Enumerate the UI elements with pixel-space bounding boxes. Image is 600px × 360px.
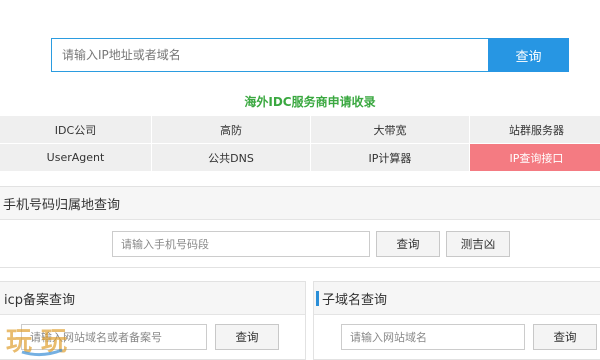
nav-item-bandwidth[interactable]: 大带宽: [311, 116, 469, 143]
mobile-query-button[interactable]: 查询: [376, 231, 440, 257]
icp-lookup-form: 查询: [21, 324, 279, 350]
nav-item-ddos-protection[interactable]: 高防: [152, 116, 310, 143]
subdomain-lookup-title: 子域名查询: [314, 282, 600, 315]
mobile-lookup-section: 手机号码归属地查询 查询 测吉凶: [0, 186, 600, 268]
subdomain-title-text: 子域名查询: [322, 292, 388, 308]
nav-item-useragent[interactable]: UserAgent: [0, 144, 151, 171]
mobile-lookup-form: 查询 测吉凶: [112, 231, 510, 257]
nav-item-site-cluster-server[interactable]: 站群服务器: [470, 116, 600, 143]
icp-lookup-title: icp备案查询: [0, 282, 305, 315]
ip-search-button[interactable]: 查询: [488, 38, 569, 72]
icp-lookup-section: icp备案查询 查询: [0, 281, 306, 360]
mobile-number-input[interactable]: [112, 231, 370, 257]
tool-nav-grid: IDC公司 高防 大带宽 站群服务器 UserAgent 公共DNS IP计算器…: [0, 116, 600, 171]
nav-item-idc-company[interactable]: IDC公司: [0, 116, 151, 143]
nav-item-ip-api[interactable]: IP查询接口: [470, 144, 600, 171]
idc-apply-link[interactable]: 海外IDC服务商申请收录: [0, 93, 600, 110]
ip-search-bar: 查询: [51, 38, 569, 72]
fortune-button[interactable]: 测吉凶: [446, 231, 510, 257]
ip-search-input[interactable]: [51, 38, 488, 72]
subdomain-lookup-form: 查询: [341, 324, 597, 350]
section-accent-bar: [316, 291, 319, 306]
mobile-lookup-title: 手机号码归属地查询: [0, 187, 600, 220]
subdomain-query-button[interactable]: 查询: [533, 324, 597, 350]
nav-item-ip-calculator[interactable]: IP计算器: [311, 144, 469, 171]
subdomain-input[interactable]: [341, 324, 525, 350]
subdomain-lookup-section: 子域名查询 查询: [313, 281, 600, 360]
icp-domain-input[interactable]: [21, 324, 207, 350]
icp-query-button[interactable]: 查询: [215, 324, 279, 350]
nav-item-public-dns[interactable]: 公共DNS: [152, 144, 310, 171]
